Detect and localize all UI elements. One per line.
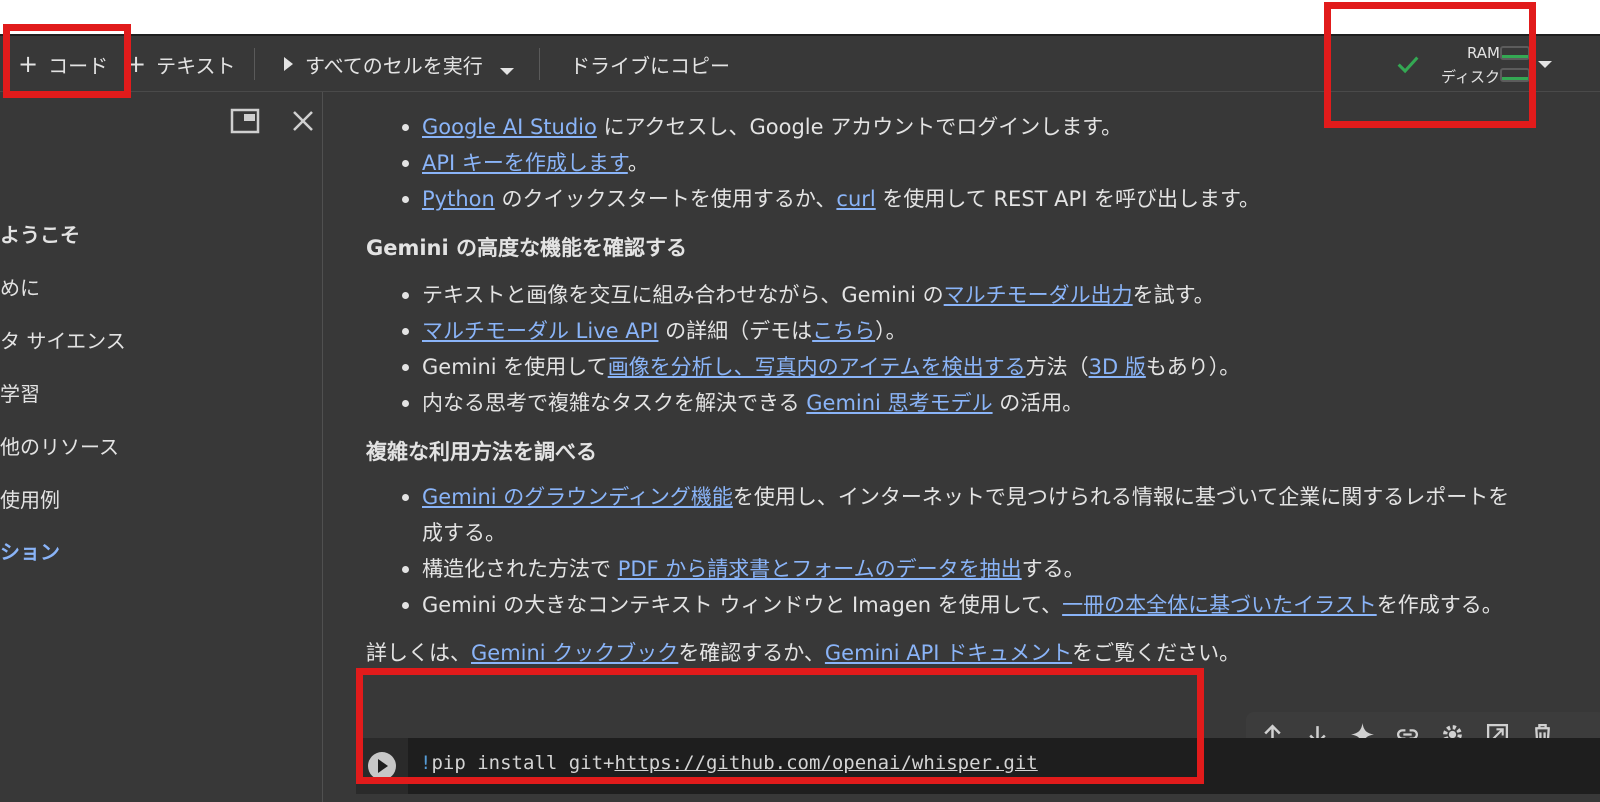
- toc-item[interactable]: タ サイエンス: [0, 325, 126, 354]
- plus-icon: +: [18, 50, 39, 78]
- list-item: テキストと画像を交互に組み合わせながら、Gemini のマルチモーダル出力を試す…: [402, 280, 1215, 310]
- text: の詳細（デモは: [658, 319, 813, 343]
- text: 。: [627, 151, 649, 175]
- text: ）。: [875, 319, 907, 343]
- plus-icon: +: [126, 50, 147, 78]
- list-item: Google AI Studio にアクセスし、Google アカウントでログイ…: [401, 112, 1123, 142]
- copy-to-drive-button[interactable]: ドライブにコピー: [570, 50, 730, 78]
- chevron-down-icon[interactable]: [1538, 61, 1552, 68]
- toc-item[interactable]: 使用例: [0, 484, 60, 513]
- text: 方法（: [1025, 355, 1089, 379]
- list-item: Gemini の大きなコンテキスト ウィンドウと Imagen を使用して、一冊…: [402, 590, 1503, 620]
- add-code-label: コード: [48, 53, 109, 78]
- code-token: pip install git+: [431, 752, 615, 774]
- text: 詳しくは、: [366, 641, 471, 665]
- link[interactable]: Gemini のグラウンディング機能: [422, 485, 733, 509]
- text: を使用して REST API を呼び出します。: [875, 187, 1260, 211]
- copy-to-drive-label: ドライブにコピー: [570, 53, 730, 78]
- list-item: 構造化された方法で PDF から請求書とフォームのデータを抽出する。: [402, 554, 1085, 584]
- text: を確認するか、: [678, 641, 825, 665]
- run-cell-button[interactable]: [368, 752, 396, 780]
- link[interactable]: 一冊の本全体に基づいたイラスト: [1062, 593, 1377, 617]
- link[interactable]: Gemini API ドキュメント: [825, 641, 1072, 665]
- notebook-content: Google AI Studio にアクセスし、Google アカウントでログイ…: [324, 92, 1600, 802]
- toc-item[interactable]: 他のリソース: [0, 431, 119, 460]
- paragraph: 詳しくは、Gemini クックブックを確認するか、Gemini API ドキュメ…: [366, 637, 1240, 667]
- text: 構造化された方法で: [422, 557, 618, 581]
- link[interactable]: マルチモーダル出力: [944, 283, 1133, 307]
- link[interactable]: マルチモーダル Live API: [422, 319, 658, 343]
- text: を作成する。: [1376, 593, 1503, 617]
- text: Gemini の大きなコンテキスト ウィンドウと Imagen を使用して、: [422, 593, 1063, 617]
- link[interactable]: curl: [836, 187, 875, 211]
- code-url[interactable]: https://github.com/openai/whisper.git: [614, 752, 1037, 774]
- toolbar-divider: [539, 48, 540, 80]
- text: を使用し、インターネットで見つけられる情報に基づいて企業に関するレポートを: [732, 485, 1510, 509]
- open-in-tab-icon[interactable]: [230, 108, 260, 134]
- link[interactable]: 3D 版: [1089, 355, 1146, 379]
- close-icon[interactable]: [290, 108, 316, 134]
- link[interactable]: API キーを作成します: [422, 151, 628, 175]
- text: Gemini を使用して: [422, 355, 608, 379]
- link[interactable]: Python: [422, 187, 495, 211]
- text: もあり）。: [1145, 355, 1241, 379]
- add-text-label: テキスト: [156, 53, 236, 78]
- run-all-label: すべてのセルを実行: [305, 53, 483, 78]
- list-item: Gemini のグラウンディング機能を使用し、インターネットで見つけられる情報に…: [401, 482, 1510, 512]
- code-cell[interactable]: !pip install git+https://github.com/open…: [356, 738, 1600, 794]
- text: にアクセスし、Google アカウントでログインします。: [596, 115, 1123, 139]
- list-item: マルチモーダル Live API の詳細（デモはこちら）。: [402, 316, 907, 346]
- link[interactable]: こちら: [812, 319, 875, 343]
- add-code-button[interactable]: + コード: [18, 50, 108, 78]
- link[interactable]: 画像を分析し、写真内のアイテムを検出する: [608, 355, 1026, 379]
- text: 内なる思考で複雑なタスクを解決できる: [422, 391, 807, 415]
- link[interactable]: Gemini クックブック: [471, 641, 678, 665]
- list-item: Python のクイックスタートを使用するか、curl を使用して REST A…: [402, 184, 1260, 214]
- cell-gutter: [356, 738, 408, 794]
- text: をご覧ください。: [1072, 641, 1241, 665]
- ram-meter: [1500, 46, 1530, 60]
- text: 成する。: [422, 521, 506, 545]
- list-item: 内なる思考で複雑なタスクを解決できる Gemini 思考モデル の活用。: [401, 388, 1084, 418]
- link[interactable]: PDF から請求書とフォームのデータを抽出: [618, 557, 1022, 581]
- disk-meter: [1500, 68, 1530, 82]
- toc-item[interactable]: めに: [0, 272, 40, 301]
- text: する。: [1021, 557, 1085, 581]
- ram-label: RAM: [1466, 44, 1500, 62]
- toc-item-active[interactable]: ション: [0, 536, 60, 565]
- link[interactable]: Gemini 思考モデル: [806, 391, 992, 415]
- toolbar: + コード + テキスト すべてのセルを実行 ドライブにコピー RAM ディスク: [0, 36, 1600, 92]
- add-text-button[interactable]: + テキスト: [126, 50, 236, 78]
- list-item: API キーを作成します。: [402, 148, 649, 178]
- section-heading: Gemini の高度な機能を確認する: [366, 236, 688, 260]
- text: テキストと画像を交互に組み合わせながら、Gemini の: [422, 283, 944, 307]
- toc-item[interactable]: 学習: [0, 378, 40, 407]
- list-item: Gemini を使用して画像を分析し、写真内のアイテムを検出する方法（3D 版も…: [401, 352, 1241, 382]
- run-options-dropdown[interactable]: [500, 57, 514, 85]
- run-all-button[interactable]: すべてのセルを実行: [284, 50, 483, 78]
- text: を試す。: [1132, 283, 1215, 307]
- text: のクイックスタートを使用するか、: [494, 187, 837, 211]
- toc-item[interactable]: ようこそ: [0, 219, 80, 248]
- toolbar-divider: [254, 48, 255, 80]
- section-heading: 複雑な利用方法を調べる: [366, 440, 597, 464]
- link[interactable]: Google AI Studio: [422, 115, 597, 139]
- chevron-down-icon: [500, 67, 514, 75]
- table-of-contents-sidebar: ようこそ めに タ サイエンス 学習 他のリソース 使用例 ション: [0, 92, 323, 802]
- check-icon: [1397, 56, 1419, 74]
- disk-label: ディスク: [1441, 68, 1500, 86]
- list-item-continuation: 成する。: [422, 518, 506, 548]
- code-editor[interactable]: !pip install git+https://github.com/open…: [420, 752, 1038, 774]
- code-token: !: [420, 752, 432, 774]
- play-icon: [284, 57, 293, 71]
- text: の活用。: [992, 391, 1084, 415]
- colab-window: + コード + テキスト すべてのセルを実行 ドライブにコピー RAM ディスク: [0, 36, 1600, 802]
